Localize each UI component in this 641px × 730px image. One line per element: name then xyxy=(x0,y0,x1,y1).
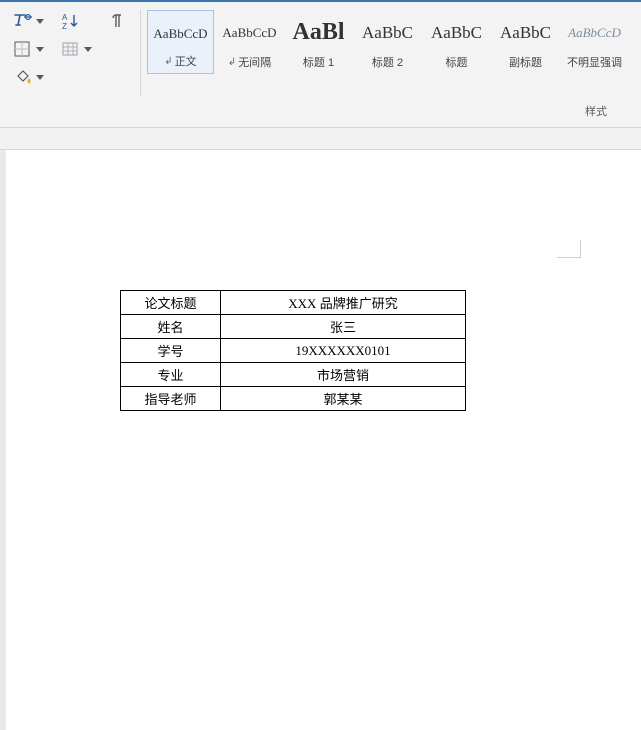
table-value-cell[interactable]: 郭某某 xyxy=(221,387,466,411)
style-preview: AaBl xyxy=(292,14,344,50)
style-preview: AaBbCcD xyxy=(568,14,621,50)
table-value-cell[interactable]: XXX 品牌推广研究 xyxy=(221,291,466,315)
style-preview: AaBbC xyxy=(431,14,482,50)
page-corner-mark xyxy=(557,240,581,258)
table-row[interactable]: 学号19XXXXXX0101 xyxy=(121,339,466,363)
style-label: 标题 1 xyxy=(303,54,334,70)
borders-button[interactable] xyxy=(10,38,46,60)
table-header-cell[interactable]: 专业 xyxy=(121,363,221,387)
table-row[interactable]: 指导老师郭某某 xyxy=(121,387,466,411)
table-row[interactable]: 论文标题XXX 品牌推广研究 xyxy=(121,291,466,315)
dropdown-caret-icon xyxy=(84,47,92,52)
table-header-cell[interactable]: 学号 xyxy=(121,339,221,363)
style-item[interactable]: AaBbCcD 不明显强调 xyxy=(561,10,628,74)
paint-bucket-icon xyxy=(12,68,34,86)
table-value-cell[interactable]: 张三 xyxy=(221,315,466,339)
pilcrow-mark: ↲ xyxy=(228,57,236,68)
dropdown-caret-icon xyxy=(36,47,44,52)
style-label: 副标题 xyxy=(509,54,542,70)
style-label: ↲无间隔 xyxy=(228,54,271,70)
style-item[interactable]: AaBbC 标题 2 xyxy=(354,10,421,74)
style-label: 不明显强调 xyxy=(567,54,622,70)
styles-gallery[interactable]: AaBbCcD↲正文AaBbCcD↲无间隔AaBl标题 1AaBbC标题 2Aa… xyxy=(147,8,628,74)
page-left-shadow xyxy=(0,150,6,730)
ribbon-group-label: 样式 xyxy=(4,96,637,127)
grid-settings-button[interactable] xyxy=(58,38,94,60)
styles-group-label: 样式 xyxy=(585,106,607,118)
word-window: A Z xyxy=(0,0,641,730)
dropdown-caret-icon xyxy=(36,19,44,24)
style-label-text: 不明显强调 xyxy=(567,54,622,70)
style-item[interactable]: AaBbC 副标题 xyxy=(492,10,559,74)
ribbon: A Z xyxy=(0,2,641,128)
style-preview: AaBbC xyxy=(362,14,413,50)
sort-icon: A Z xyxy=(60,12,82,30)
style-label-text: 标题 2 xyxy=(372,54,403,70)
style-label-text: 副标题 xyxy=(509,54,542,70)
pilcrow-mark: ↲ xyxy=(164,56,172,67)
workspace-gap xyxy=(0,128,641,150)
style-label-text: 无间隔 xyxy=(238,54,271,70)
table-row[interactable]: 姓名张三 xyxy=(121,315,466,339)
style-label-text: 标题 xyxy=(446,54,468,70)
style-preview: AaBbCcD xyxy=(222,14,276,50)
style-label-text: 正文 xyxy=(175,53,197,69)
shading-button[interactable] xyxy=(10,66,46,88)
table-value-cell[interactable]: 市场营销 xyxy=(221,363,466,387)
svg-text:A: A xyxy=(62,13,68,22)
style-label-text: 标题 1 xyxy=(303,54,334,70)
pilcrow-icon xyxy=(108,12,126,30)
style-item[interactable]: AaBbCcD ↲正文 xyxy=(147,10,214,74)
svg-text:Z: Z xyxy=(62,22,67,30)
table-header-cell[interactable]: 姓名 xyxy=(121,315,221,339)
paragraph-tools-col-1 xyxy=(4,8,52,88)
table-header-cell[interactable]: 论文标题 xyxy=(121,291,221,315)
style-item[interactable]: AaBbC 标题 xyxy=(423,10,490,74)
thesis-info-table[interactable]: 论文标题XXX 品牌推广研究姓名张三学号19XXXXXX0101专业市场营销指导… xyxy=(120,290,466,411)
style-label: 标题 xyxy=(446,54,468,70)
clear-formatting-button[interactable] xyxy=(10,10,46,32)
style-item[interactable]: AaBl 标题 1 xyxy=(285,10,352,74)
document-page[interactable]: 论文标题XXX 品牌推广研究姓名张三学号19XXXXXX0101专业市场营销指导… xyxy=(0,150,641,730)
table-row[interactable]: 专业市场营销 xyxy=(121,363,466,387)
ribbon-row: A Z xyxy=(4,8,637,96)
paragraph-tools-col-2: A Z xyxy=(52,8,100,60)
grid-icon xyxy=(60,40,82,58)
style-label: 标题 2 xyxy=(372,54,403,70)
paragraph-tools-col-3 xyxy=(100,8,134,32)
style-preview: AaBbC xyxy=(500,14,551,50)
ribbon-separator xyxy=(140,10,141,96)
table-header-cell[interactable]: 指导老师 xyxy=(121,387,221,411)
show-marks-button[interactable] xyxy=(106,10,128,32)
borders-icon xyxy=(12,40,34,58)
sort-button[interactable]: A Z xyxy=(58,10,94,32)
style-label: ↲正文 xyxy=(164,53,196,69)
style-item[interactable]: AaBbCcD ↲无间隔 xyxy=(216,10,283,74)
style-preview: AaBbCcD xyxy=(153,15,207,51)
dropdown-caret-icon xyxy=(36,75,44,80)
clear-formatting-icon xyxy=(12,12,34,30)
table-value-cell[interactable]: 19XXXXXX0101 xyxy=(221,339,466,363)
